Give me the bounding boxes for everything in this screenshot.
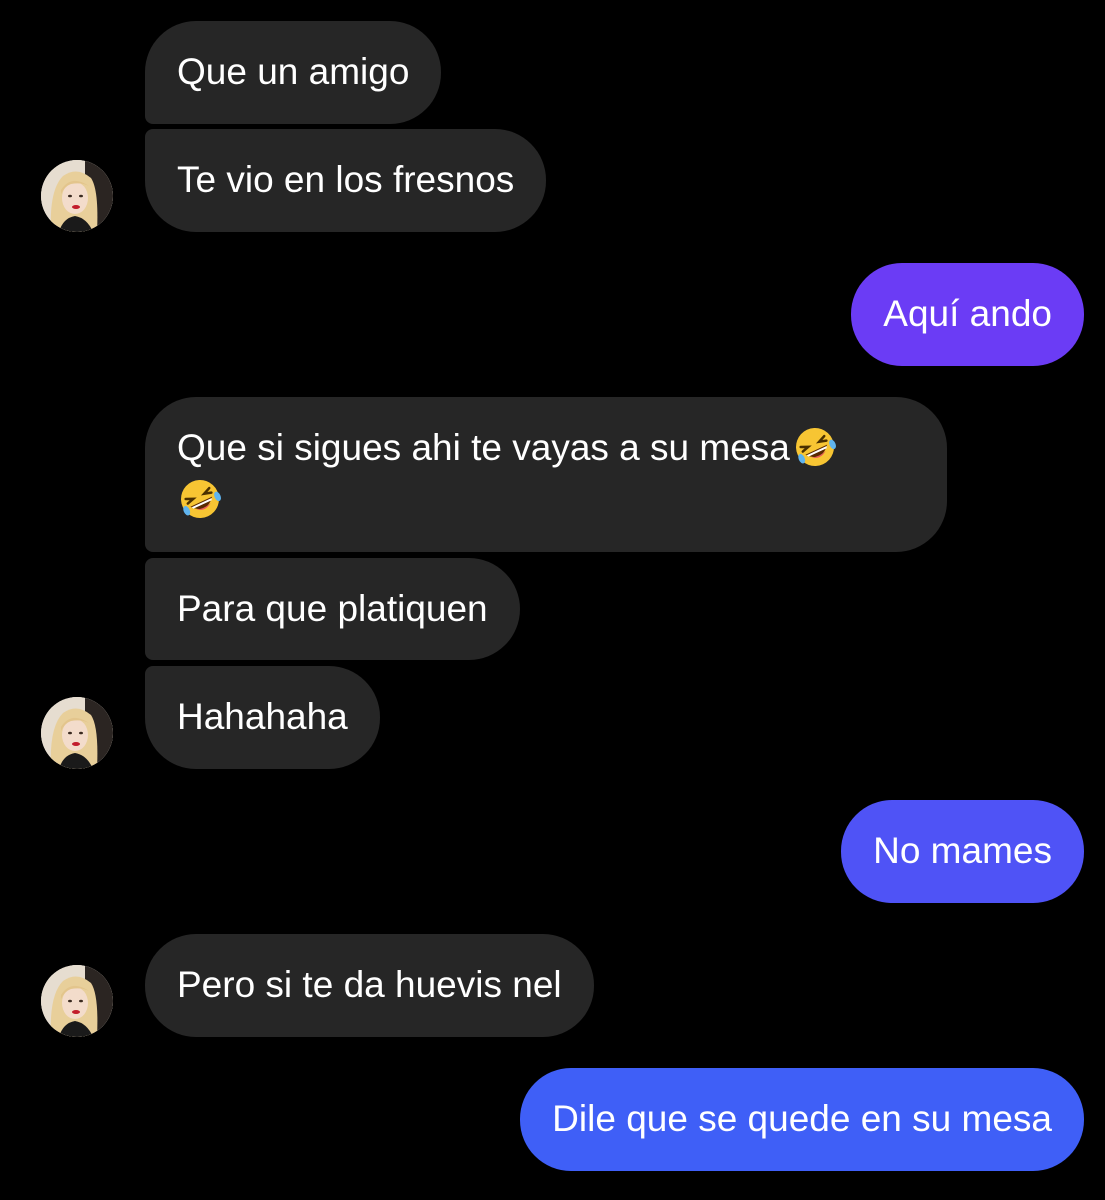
contact-avatar[interactable] xyxy=(41,965,113,1037)
message-bubble[interactable]: Dile que se quede en su mesa xyxy=(520,1068,1084,1171)
message-bubble[interactable]: Que si sigues ahi te vayas a su mesa xyxy=(145,397,947,552)
message-text: Dile que se quede en su mesa xyxy=(552,1098,1052,1139)
message-text: Te vio en los fresnos xyxy=(177,159,515,200)
message-bubble[interactable]: Para que platiquen xyxy=(145,558,520,660)
message-bubble[interactable]: Pero si te da huevis nel xyxy=(145,934,594,1037)
message-bubble[interactable]: Te vio en los fresnos xyxy=(145,129,547,232)
message-text: Hahahaha xyxy=(177,696,348,737)
avatar-photo xyxy=(41,160,113,232)
message-text: Para que platiquen xyxy=(177,588,488,629)
rolling-on-floor-laughing-icon xyxy=(177,476,223,522)
contact-avatar[interactable] xyxy=(41,697,113,769)
avatar-photo xyxy=(41,965,113,1037)
message-bubble[interactable]: Hahahaha xyxy=(145,666,380,769)
rolling-on-floor-laughing-icon xyxy=(792,424,838,470)
message-text: Que si sigues ahi te vayas a su mesa xyxy=(177,427,790,468)
message-text: Aquí ando xyxy=(883,293,1052,334)
message-text: Pero si te da huevis nel xyxy=(177,964,562,1005)
message-bubble[interactable]: No mames xyxy=(841,800,1084,903)
message-bubble[interactable]: Aquí ando xyxy=(851,263,1084,366)
message-bubble[interactable]: Que un amigo xyxy=(145,21,442,124)
chat-thread: Que un amigo Te vio en los fresnos Aquí … xyxy=(0,0,1105,1200)
avatar-photo xyxy=(41,697,113,769)
contact-avatar[interactable] xyxy=(41,160,113,232)
message-text: No mames xyxy=(873,830,1052,871)
message-text: Que un amigo xyxy=(177,51,410,92)
